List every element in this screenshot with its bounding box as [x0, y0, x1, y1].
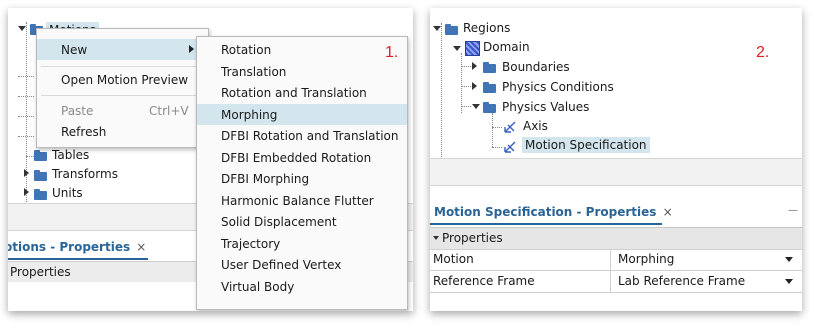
context-menu: New Open Motion Preview Paste Ctrl+V Ref…: [36, 28, 209, 148]
submenu-item-morphing[interactable]: Morphing: [197, 104, 407, 125]
expand-boundaries-icon[interactable]: [472, 62, 477, 70]
submenu-item-user-defined-vertex[interactable]: User Defined Vertex: [197, 254, 407, 275]
expand-physics-conditions-icon[interactable]: [472, 82, 477, 90]
tables-folder-icon: [34, 150, 47, 161]
submenu-item-trajectory[interactable]: Trajectory: [197, 233, 407, 254]
tree-item-physics-conditions[interactable]: Physics Conditions: [502, 80, 614, 94]
physics-values-folder-icon: [483, 102, 496, 113]
submenu-item-virtual-body[interactable]: Virtual Body: [197, 276, 407, 297]
boundaries-folder-icon: [483, 62, 496, 73]
submenu-item-dfbi-morphing[interactable]: DFBI Morphing: [197, 168, 407, 189]
motion-specification-icon: [502, 139, 518, 155]
collapse-properties-icon[interactable]: [433, 236, 439, 240]
tree-item-transforms[interactable]: Transforms: [52, 167, 118, 181]
expand-transforms-icon[interactable]: [24, 169, 29, 177]
submenu-item-label: Trajectory: [221, 237, 281, 251]
motions-properties-tab[interactable]: otions - Properties ×: [8, 240, 146, 254]
right-panel: Regions Domain Boundaries Physics Condit…: [430, 8, 802, 311]
submenu-item-label: Translation: [221, 65, 287, 79]
expand-physics-values-icon[interactable]: [472, 104, 480, 109]
menu-item-refresh[interactable]: Refresh: [37, 121, 208, 142]
right-scrollbar-track[interactable]: [430, 158, 802, 186]
properties-header-label: Properties: [10, 265, 71, 279]
right-tree-view: Regions Domain Boundaries Physics Condit…: [430, 8, 802, 158]
expand-regions-icon[interactable]: [433, 26, 441, 31]
submenu-item-harmonic-balance-flutter[interactable]: Harmonic Balance Flutter: [197, 190, 407, 211]
submenu-item-label: Virtual Body: [221, 280, 295, 294]
property-row-reference-frame[interactable]: Reference Frame Lab Reference Frame: [430, 271, 802, 293]
domain-region-icon: [465, 41, 480, 56]
submenu-item-label: DFBI Morphing: [221, 172, 310, 186]
motion-spec-properties-panel: Motion Specification - Properties × — Pr…: [430, 185, 802, 311]
axis-icon: [502, 119, 518, 135]
close-tab-icon[interactable]: ×: [663, 205, 673, 219]
menu-item-paste-label: Paste: [61, 104, 94, 118]
tree-item-physics-values[interactable]: Physics Values: [502, 100, 589, 114]
property-name-reference-frame: Reference Frame: [433, 274, 535, 288]
submenu-item-label: DFBI Embedded Rotation: [221, 151, 372, 165]
submenu-item-solid-displacement[interactable]: Solid Displacement: [197, 211, 407, 232]
submenu-item-label: DFBI Rotation and Translation: [221, 129, 399, 143]
motion-dropdown-icon[interactable]: [785, 257, 793, 262]
menu-item-new-label: New: [61, 43, 88, 57]
physics-conditions-folder-icon: [483, 82, 496, 93]
submenu-item-label: User Defined Vertex: [221, 258, 342, 272]
menu-item-open-motion-preview[interactable]: Open Motion Preview: [37, 69, 208, 90]
motion-spec-properties-title: Motion Specification - Properties: [434, 205, 657, 219]
property-row-motion[interactable]: Motion Morphing: [430, 249, 802, 271]
expand-units-icon[interactable]: [24, 188, 29, 196]
expand-motions-icon[interactable]: [18, 26, 26, 31]
menu-item-paste-shortcut: Ctrl+V: [149, 104, 189, 118]
expand-domain-icon[interactable]: [453, 46, 461, 51]
property-value-motion[interactable]: Morphing: [618, 252, 674, 266]
transforms-folder-icon: [34, 170, 47, 181]
minimize-icon[interactable]: —: [788, 205, 798, 216]
submenu-item-translation[interactable]: Translation: [197, 61, 407, 82]
properties-section-row[interactable]: Properties: [430, 227, 802, 250]
submenu-arrow-icon: [189, 45, 194, 53]
menu-item-paste: Paste Ctrl+V: [37, 100, 208, 121]
property-name-motion: Motion: [433, 252, 474, 266]
new-submenu: Rotation Translation Rotation and Transl…: [196, 36, 408, 310]
menu-item-refresh-label: Refresh: [61, 125, 107, 139]
tree-item-boundaries[interactable]: Boundaries: [502, 60, 570, 74]
tree-item-units[interactable]: Units: [52, 186, 83, 200]
step-label-1: 1.: [385, 44, 399, 61]
units-folder-icon: [34, 189, 47, 200]
submenu-item-label: Rotation: [221, 43, 272, 57]
menu-item-new[interactable]: New: [37, 39, 208, 60]
motions-properties-title: otions - Properties: [8, 240, 131, 254]
submenu-item-label: Morphing: [221, 108, 278, 122]
submenu-item-rotation-and-translation[interactable]: Rotation and Translation: [197, 82, 407, 103]
menu-item-open-motion-preview-label: Open Motion Preview: [61, 73, 189, 87]
property-value-reference-frame[interactable]: Lab Reference Frame: [618, 274, 745, 288]
tree-item-motion-specification[interactable]: Motion Specification: [522, 137, 650, 153]
submenu-item-dfbi-rotation-and-translation[interactable]: DFBI Rotation and Translation: [197, 125, 407, 146]
tree-item-domain[interactable]: Domain: [483, 40, 530, 54]
step-label-2: 2.: [756, 44, 770, 61]
properties-section-label: Properties: [442, 231, 503, 245]
reference-frame-dropdown-icon[interactable]: [785, 279, 793, 284]
submenu-item-rotation[interactable]: Rotation: [197, 39, 407, 60]
submenu-item-label: Rotation and Translation: [221, 86, 367, 100]
regions-folder-icon: [445, 24, 458, 35]
tree-item-axis[interactable]: Axis: [523, 119, 548, 133]
close-tab-icon[interactable]: ×: [136, 240, 146, 254]
submenu-item-label: Harmonic Balance Flutter: [221, 194, 374, 208]
submenu-item-label: Solid Displacement: [221, 215, 337, 229]
left-panel: Motions Tables Transforms Units otions -…: [8, 8, 413, 311]
tree-item-tables[interactable]: Tables: [52, 148, 89, 162]
submenu-item-dfbi-embedded-rotation[interactable]: DFBI Embedded Rotation: [197, 147, 407, 168]
motion-spec-properties-tab[interactable]: Motion Specification - Properties ×: [434, 205, 673, 219]
tree-item-regions[interactable]: Regions: [463, 21, 510, 35]
